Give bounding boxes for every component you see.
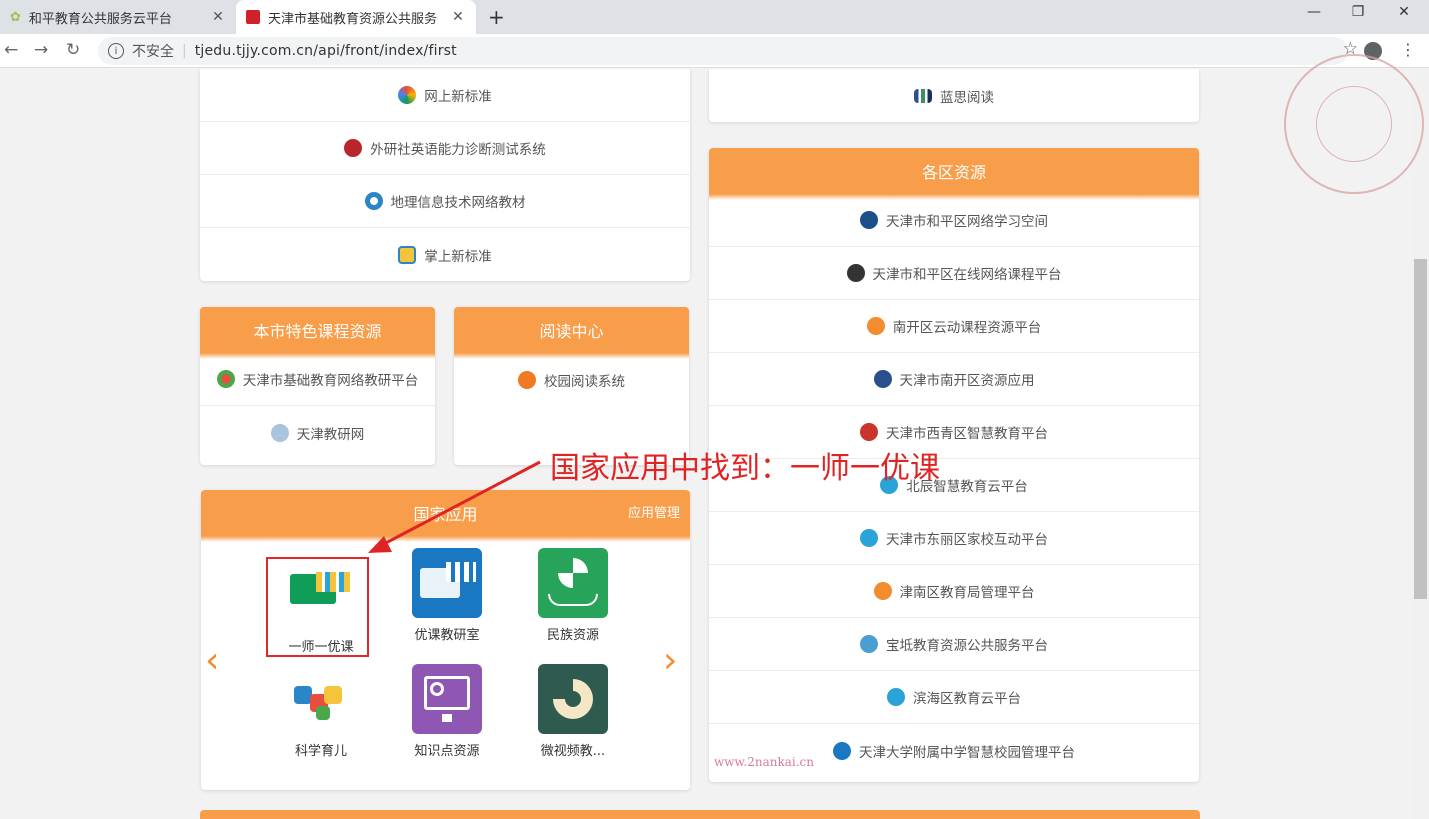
reload-icon[interactable]: ↻: [66, 40, 80, 60]
district-logo-icon: [887, 688, 905, 706]
scrollbar-thumb[interactable]: [1414, 259, 1427, 599]
app-label: 优课教研室: [414, 628, 480, 643]
list-item[interactable]: 天津教研网: [200, 406, 435, 459]
bar-chart-icon: [914, 88, 932, 103]
restore-icon[interactable]: ❐: [1348, 4, 1368, 20]
monitor-chart-icon: [412, 664, 482, 734]
forward-icon[interactable]: →: [34, 40, 48, 60]
school-seal-logo: [1284, 54, 1424, 194]
district-logo-icon: [846, 264, 865, 282]
list-item[interactable]: 地理信息技术网络教材: [200, 175, 690, 228]
district-logo-icon: [860, 211, 878, 229]
annotation-text: 国家应用中找到：一师一优课: [550, 451, 940, 486]
list-item[interactable]: 掌上新标准: [200, 228, 690, 281]
district-logo-icon: [860, 529, 878, 547]
app-zhishidian-ziyuan[interactable]: 知识点资源: [397, 664, 497, 759]
list-item[interactable]: 外研社英语能力诊断测试系统: [200, 122, 690, 175]
district-logo-icon: [833, 741, 851, 760]
url-text[interactable]: tjedu.tjjy.com.cn/api/front/index/first: [195, 43, 457, 59]
globe-icon: [364, 192, 383, 210]
app-label: 知识点资源: [414, 744, 480, 759]
info-icon[interactable]: i: [108, 43, 124, 59]
address-bar[interactable]: i 不安全 | tjedu.tjjy.com.cn/api/front/inde…: [98, 37, 1358, 65]
list-item[interactable]: 南开区云动课程资源平台: [709, 300, 1199, 353]
browser-toolbar: ← → ↻ i 不安全 | tjedu.tjjy.com.cn/api/fron…: [0, 34, 1429, 68]
list-item[interactable]: 天津市南开区资源应用: [709, 353, 1199, 406]
carousel-next-icon[interactable]: ›: [663, 640, 677, 681]
list-item[interactable]: 滨海区教育云平台: [709, 671, 1199, 724]
leaf-favicon-icon: ✿: [10, 9, 21, 25]
app-management-link[interactable]: 应用管理: [628, 502, 680, 521]
youke-jiaoyanshi-icon: [412, 548, 482, 618]
wreath-logo-icon: [216, 370, 235, 388]
fltrp-logo-icon: [344, 139, 363, 157]
close-window-icon[interactable]: ✕: [1394, 4, 1414, 20]
list-item[interactable]: 天津大学附属中学智慧校园管理平台: [709, 724, 1199, 777]
puzzle-icon: [286, 664, 356, 734]
new-tab-icon[interactable]: +: [488, 5, 505, 29]
tab-heping[interactable]: ✿ 和平教育公共服务云平台 ✕: [0, 0, 236, 34]
back-icon[interactable]: ←: [4, 40, 18, 60]
carousel-prev-icon[interactable]: ‹: [205, 640, 219, 681]
close-tab-icon[interactable]: ✕: [450, 9, 466, 25]
app-label: 微视频教...: [540, 744, 606, 759]
app-tile-icon: [398, 245, 417, 264]
kebab-menu-icon[interactable]: ⋮: [1400, 40, 1416, 59]
app-label: 民族资源: [546, 628, 599, 643]
district-resources-header: 各区资源: [709, 148, 1199, 200]
district-logo-icon: [866, 317, 885, 335]
district-logo-icon: [860, 423, 878, 441]
district-logo-icon: [860, 635, 878, 653]
list-item[interactable]: 天津市基础教育网络教研平台: [200, 353, 435, 406]
swoosh-logo-icon: [518, 370, 536, 389]
tab-title: 天津市基础教育资源公共服务平台: [268, 11, 438, 27]
list-item[interactable]: 网上新标准: [200, 69, 690, 122]
tab-tianjin[interactable]: 天津市基础教育资源公共服务平台 ✕: [236, 0, 476, 34]
city-courses-header: 本市特色课程资源: [200, 307, 435, 359]
tab-title: 和平教育公共服务云平台: [28, 11, 172, 27]
list-item[interactable]: 天津市和平区在线网络课程平台: [709, 247, 1199, 300]
list-item[interactable]: 宝坻教育资源公共服务平台: [709, 618, 1199, 671]
list-item[interactable]: 天津市东丽区家校互动平台: [709, 512, 1199, 565]
app-minzu-ziyuan[interactable]: 民族资源: [523, 548, 623, 643]
national-apps-header: 国家应用 应用管理: [201, 490, 690, 542]
list-item[interactable]: 校园阅读系统: [454, 353, 689, 406]
reading-center-header: 阅读中心: [454, 307, 689, 359]
highlight-box: [266, 557, 369, 657]
city-courses-card: 本市特色课程资源 天津市基础教育网络教研平台 天津教研网: [200, 307, 435, 465]
research-logo-icon: [270, 423, 289, 442]
pinwheel-hand-icon: [538, 548, 608, 618]
red-favicon-icon: [246, 10, 260, 24]
minimize-icon[interactable]: —: [1304, 4, 1324, 20]
district-logo-icon: [873, 370, 892, 388]
security-label: 不安全: [132, 44, 174, 60]
reading-center-card: 阅读中心 校园阅读系统: [454, 307, 689, 465]
tab-bar: ✿ 和平教育公共服务云平台 ✕ 天津市基础教育资源公共服务平台 ✕ + — ❐ …: [0, 0, 1429, 34]
app-label: 科学育儿: [294, 744, 347, 759]
district-logo-icon: [873, 582, 892, 600]
next-section-header: [200, 810, 1200, 819]
colorful-rings-icon: [398, 86, 417, 104]
close-tab-icon[interactable]: ✕: [210, 9, 226, 25]
app-weishipin[interactable]: 微视频教...: [523, 664, 623, 759]
list-item[interactable]: 津南区教育局管理平台: [709, 565, 1199, 618]
app-kexue-yuer[interactable]: 科学育儿: [271, 664, 371, 759]
app-youke-jiaoyanshi[interactable]: 优课教研室: [397, 548, 497, 643]
divider: |: [182, 43, 187, 59]
top-right-list-card: 蓝思阅读: [709, 69, 1199, 122]
watermark-text: www.2nankai.cn: [714, 755, 814, 769]
list-item[interactable]: 天津市和平区网络学习空间: [709, 194, 1199, 247]
top-left-list-card: 网上新标准 外研社英语能力诊断测试系统 地理信息技术网络教材 掌上新标准: [200, 69, 690, 281]
donut-icon: [538, 664, 608, 734]
page-scrollbar[interactable]: [1412, 69, 1429, 819]
list-item[interactable]: 蓝思阅读: [709, 69, 1199, 122]
